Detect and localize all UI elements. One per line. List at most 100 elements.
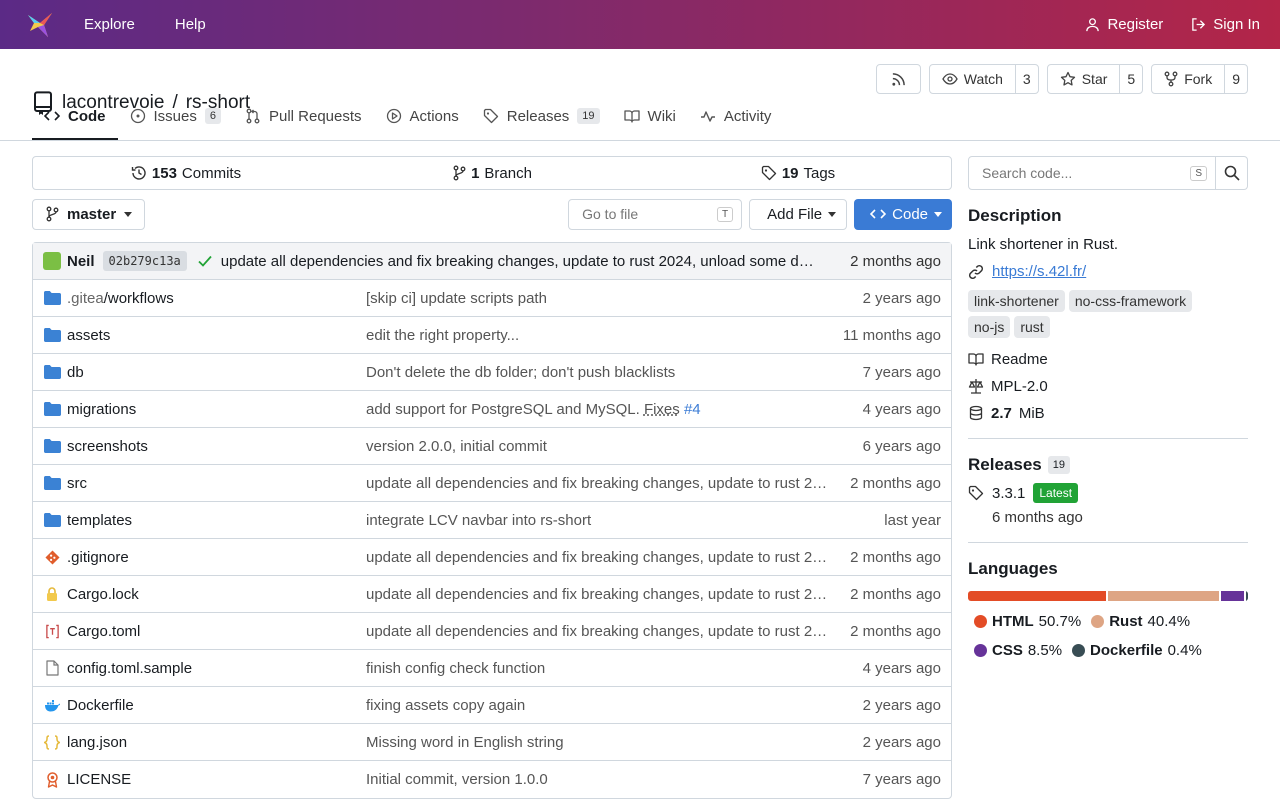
tab-issues[interactable]: Issues 6: [118, 94, 233, 140]
commit-author[interactable]: Neil: [67, 253, 95, 270]
commit-message[interactable]: Missing word in English string: [366, 734, 564, 751]
file-name[interactable]: Cargo.toml: [67, 623, 140, 640]
search-input[interactable]: Search code... S: [968, 156, 1216, 190]
branch-selector[interactable]: master: [32, 198, 146, 230]
commit-time: 2 months ago: [850, 548, 941, 566]
commits-link[interactable]: 153 Commits: [33, 157, 339, 189]
file-name[interactable]: LICENSE: [67, 771, 131, 788]
topic-tag[interactable]: no-js: [968, 316, 1011, 338]
rss-button[interactable]: [875, 64, 921, 94]
language-item[interactable]: CSS 8.5%: [974, 642, 1062, 659]
file-name[interactable]: Dockerfile: [67, 697, 134, 714]
go-to-file-input[interactable]: Go to file T: [568, 198, 743, 230]
nav-help[interactable]: Help: [175, 16, 206, 33]
file-name[interactable]: config.toml.sample: [67, 660, 192, 677]
fork-count[interactable]: 9: [1224, 65, 1247, 93]
watch-button[interactable]: Watch 3: [928, 64, 1039, 94]
file-row[interactable]: migrations add support for PostgreSQL and…: [33, 391, 951, 428]
language-item[interactable]: Dockerfile 0.4%: [1072, 642, 1202, 659]
topic-tag[interactable]: no-css-framework: [1068, 290, 1193, 312]
file-row[interactable]: Cargo.lock update all dependencies and fi…: [33, 576, 951, 613]
watch-count[interactable]: 3: [1014, 65, 1038, 93]
website-link[interactable]: https://s.42l.fr/: [992, 263, 1086, 280]
file-name[interactable]: lang.json: [67, 734, 127, 751]
topic-tag[interactable]: link-shortener: [968, 290, 1065, 312]
folder-icon: [43, 511, 61, 529]
language-color-dot: [974, 615, 987, 628]
tab-activity[interactable]: Activity: [688, 94, 784, 140]
file-name[interactable]: screenshots: [67, 438, 148, 455]
file-row[interactable]: templates integrate LCV navbar into rs-sh…: [33, 502, 951, 539]
commit-message[interactable]: [skip ci] update scripts path: [366, 290, 547, 307]
site-logo[interactable]: [20, 5, 60, 45]
search-button[interactable]: [1216, 156, 1248, 190]
pull-request-icon: [246, 108, 260, 124]
file-name[interactable]: assets: [67, 327, 110, 344]
commit-message[interactable]: update all dependencies and fix breaking…: [366, 623, 850, 640]
commit-message[interactable]: fixing assets copy again: [366, 697, 525, 714]
commit-message-cell: update all dependencies and fix breaking…: [366, 549, 850, 566]
star-count[interactable]: 5: [1119, 65, 1142, 93]
file-row[interactable]: LICENSE Initial commit, version 1.0.0 7 ye…: [33, 761, 951, 798]
file-name[interactable]: Cargo.lock: [67, 586, 139, 603]
star-button[interactable]: Star 5: [1046, 64, 1144, 94]
register-link[interactable]: Register: [1085, 16, 1163, 33]
tab-pull-requests[interactable]: Pull Requests: [233, 94, 374, 140]
file-name[interactable]: src: [67, 475, 87, 492]
file-row[interactable]: lang.json Missing word in English string 2…: [33, 724, 951, 761]
license-link[interactable]: MPL-2.0: [968, 377, 1248, 395]
readme-link[interactable]: Readme: [968, 350, 1248, 368]
tab-actions[interactable]: Actions: [374, 94, 471, 140]
commit-message[interactable]: Initial commit, version 1.0.0: [366, 771, 548, 788]
topic-tag[interactable]: rust: [1014, 316, 1050, 338]
tab-releases[interactable]: Releases 19: [471, 94, 612, 140]
tab-code[interactable]: Code: [32, 94, 118, 140]
path-prefix[interactable]: .gitea: [67, 290, 104, 307]
fork-button[interactable]: Fork 9: [1151, 64, 1248, 94]
file-row[interactable]: config.toml.sample finish config check fu…: [33, 650, 951, 687]
commit-message[interactable]: version 2.0.0, initial commit: [366, 438, 547, 455]
nav-explore[interactable]: Explore: [84, 16, 135, 33]
releases-heading[interactable]: Releases: [968, 455, 1042, 475]
file-name[interactable]: templates: [67, 512, 132, 529]
file-row[interactable]: Dockerfile fixing assets copy again 2 year…: [33, 687, 951, 724]
file-name[interactable]: .gitignore: [67, 549, 129, 566]
file-row[interactable]: assets edit the right property... 11 month…: [33, 317, 951, 354]
commit-message[interactable]: integrate LCV navbar into rs-short: [366, 512, 591, 529]
file-name[interactable]: db: [67, 364, 84, 381]
commit-message[interactable]: Don't delete the db folder; don't push b…: [366, 364, 675, 381]
code-button[interactable]: Code: [854, 198, 952, 230]
commit-message[interactable]: update all dependencies and fix breaking…: [366, 549, 850, 566]
commit-message[interactable]: edit the right property...: [366, 327, 519, 344]
file-name[interactable]: migrations: [67, 401, 136, 418]
check-icon[interactable]: [197, 253, 213, 269]
eye-icon: [942, 73, 958, 85]
file-row[interactable]: Cargo.toml update all dependencies and fi…: [33, 613, 951, 650]
language-item[interactable]: Rust 40.4%: [1091, 613, 1190, 630]
signin-link[interactable]: Sign In: [1191, 16, 1260, 33]
commit-sha[interactable]: 02b279c13a: [102, 251, 187, 271]
branches-count: 1: [471, 164, 480, 182]
file-row[interactable]: .gitea/workflows [skip ci] update scripts…: [33, 280, 951, 317]
file-row[interactable]: src update all dependencies and fix break…: [33, 465, 951, 502]
language-item[interactable]: HTML 50.7%: [974, 613, 1081, 630]
commit-message[interactable]: add support for PostgreSQL and MySQL.: [366, 401, 640, 418]
tab-wiki[interactable]: Wiki: [612, 94, 688, 140]
commit-message[interactable]: finish config check function: [366, 660, 545, 677]
file-row[interactable]: db Don't delete the db folder; don't push…: [33, 354, 951, 391]
commit-message[interactable]: update all dependencies and fix breaking…: [366, 475, 850, 492]
add-file-button[interactable]: Add File: [749, 198, 848, 230]
commit-message[interactable]: update all dependencies and fix breaking…: [221, 253, 820, 270]
file-row[interactable]: .gitignore update all dependencies and fi…: [33, 539, 951, 576]
file-name[interactable]: /workflows: [104, 290, 174, 307]
release-tag[interactable]: 3.3.1: [992, 485, 1025, 502]
topics-list: link-shortener no-css-framework no-js ru…: [968, 290, 1218, 338]
issue-link[interactable]: #4: [684, 401, 701, 418]
file-row[interactable]: screenshots version 2.0.0, initial commit…: [33, 428, 951, 465]
file-icon: [43, 659, 61, 677]
avatar[interactable]: [43, 252, 61, 270]
commit-message[interactable]: update all dependencies and fix breaking…: [366, 586, 850, 603]
sign-in-icon: [1192, 18, 1206, 31]
branches-link[interactable]: 1 Branch: [339, 157, 645, 189]
tags-link[interactable]: 19 Tags: [645, 157, 951, 189]
